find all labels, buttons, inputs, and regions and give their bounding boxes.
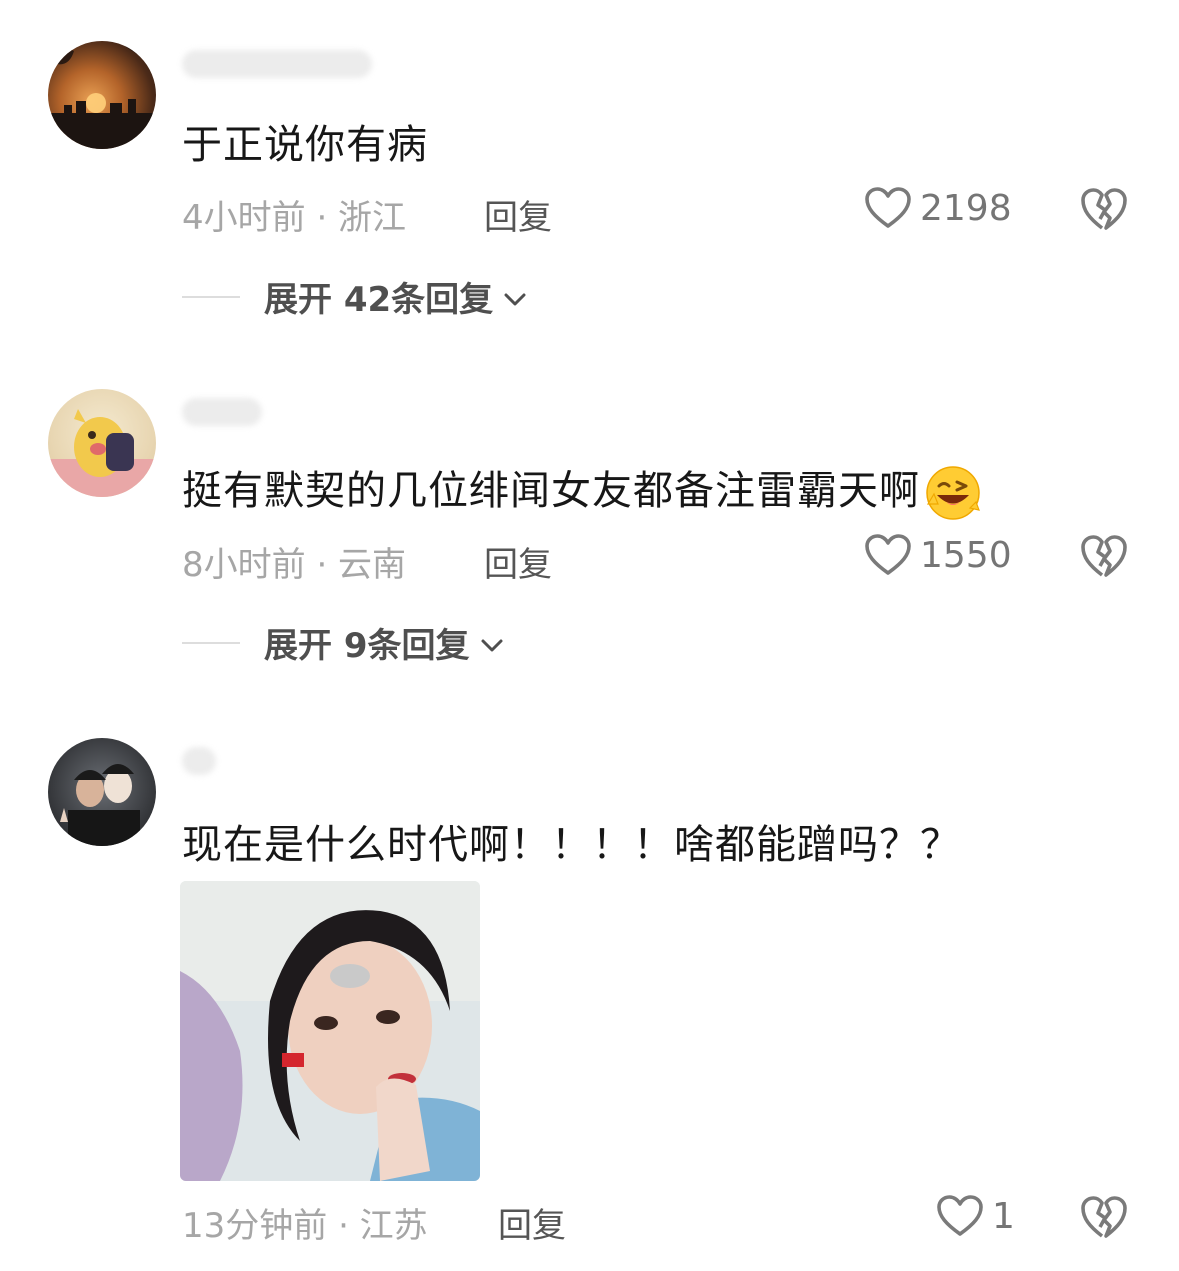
dislike-button[interactable] xyxy=(1080,533,1128,581)
heart-outline-icon xyxy=(936,1194,984,1238)
like-count: 1550 xyxy=(920,534,1012,576)
username-blurred[interactable] xyxy=(182,398,262,426)
username-blurred[interactable] xyxy=(182,50,372,78)
reply-button[interactable]: 回复 xyxy=(484,190,552,239)
comment-meta: 4小时前 · 浙江 xyxy=(182,198,407,238)
like-count: 2198 xyxy=(920,187,1012,229)
expand-label: 展开 9条回复 xyxy=(264,626,470,666)
divider-line xyxy=(182,641,240,644)
username-blurred[interactable] xyxy=(182,747,216,775)
like-button[interactable]: 1550 xyxy=(864,533,1012,577)
comment-text-body: 挺有默契的几位绯闻女友都备注雷霸天啊 xyxy=(182,468,920,514)
heart-outline-icon xyxy=(864,186,912,230)
divider-line xyxy=(182,295,240,298)
like-button[interactable]: 1 xyxy=(936,1194,1015,1238)
chevron-down-icon xyxy=(503,277,527,317)
broken-heart-icon xyxy=(1080,533,1128,579)
winking-laughing-emoji xyxy=(924,464,982,522)
dislike-button[interactable] xyxy=(1080,186,1128,234)
comment-image[interactable] xyxy=(180,881,480,1181)
expand-label: 展开 42条回复 xyxy=(264,280,494,320)
chevron-down-icon xyxy=(480,623,504,663)
avatar[interactable] xyxy=(48,389,156,497)
avatar[interactable] xyxy=(48,738,156,846)
comment-text: 于正说你有病 xyxy=(182,122,428,168)
avatar[interactable] xyxy=(48,41,156,149)
expand-replies-button[interactable]: 展开 9条回复 xyxy=(182,618,504,667)
like-count: 1 xyxy=(992,1195,1015,1237)
like-button[interactable]: 2198 xyxy=(864,186,1012,230)
comment-meta: 13分钟前 · 江苏 xyxy=(182,1206,428,1246)
heart-outline-icon xyxy=(864,533,912,577)
reply-button[interactable]: 回复 xyxy=(484,537,552,586)
reply-button[interactable]: 回复 xyxy=(498,1198,566,1247)
comment-text: 挺有默契的几位绯闻女友都备注雷霸天啊 xyxy=(182,458,982,522)
expand-replies-button[interactable]: 展开 42条回复 xyxy=(182,272,527,321)
comment-text: 现在是什么时代啊！！！！啥都能蹭吗？？ xyxy=(182,822,961,868)
comment-meta: 8小时前 · 云南 xyxy=(182,545,407,585)
comment-list: 于正说你有病 4小时前 · 浙江 回复 2198 展开 42条回复 挺有默契的几… xyxy=(0,0,1179,1271)
dislike-button[interactable] xyxy=(1080,1194,1128,1242)
broken-heart-icon xyxy=(1080,1194,1128,1240)
broken-heart-icon xyxy=(1080,186,1128,232)
